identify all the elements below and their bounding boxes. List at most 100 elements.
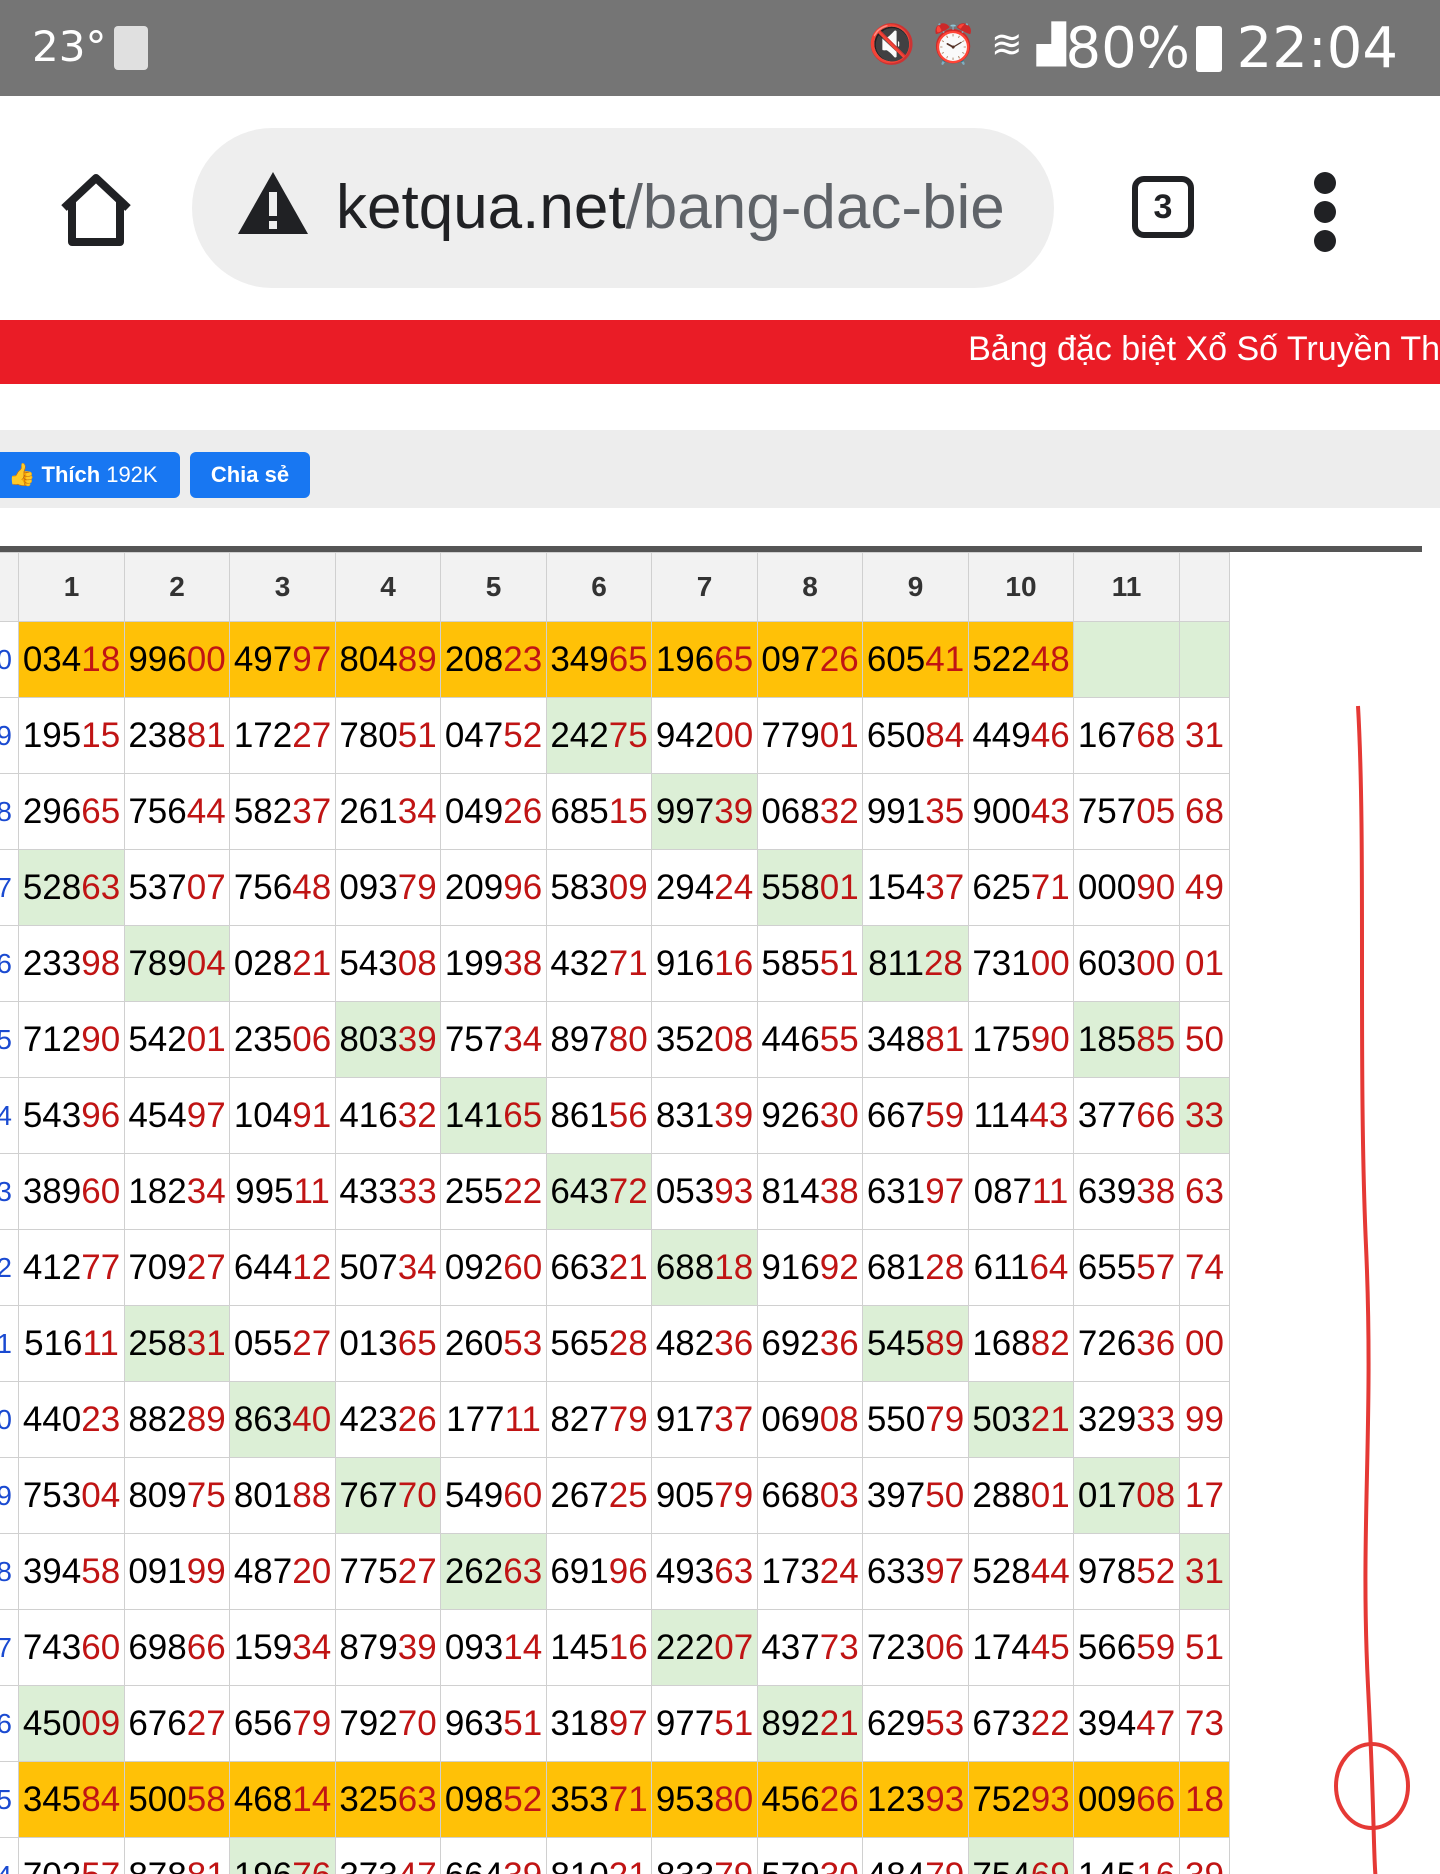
result-cell: 41632 — [335, 1077, 441, 1154]
result-cell: 06832 — [757, 773, 863, 850]
result-cell: 05527 — [229, 1305, 336, 1382]
result-cell: 80489 — [335, 621, 441, 698]
table-row: 2412777092764412507340926066321688189169… — [0, 1229, 1230, 1306]
result-cell: 81128 — [862, 925, 969, 1002]
result-cell: 68818 — [651, 1229, 758, 1306]
result-cell: 45497 — [124, 1077, 230, 1154]
result-cell: 14516 — [1073, 1837, 1180, 1874]
result-cell: 18 — [1179, 1761, 1230, 1838]
url-text[interactable]: ketqua.net/bang-dac-bie — [336, 172, 1026, 243]
result-cell: 23506 — [229, 1001, 336, 1078]
result-cell: 68 — [1179, 773, 1230, 850]
temperature: 23° — [32, 22, 107, 71]
result-cell: 08711 — [968, 1153, 1074, 1230]
column-header: 9 — [862, 552, 969, 622]
result-cell: 77901 — [757, 697, 863, 774]
row-label: 4 — [0, 1077, 19, 1154]
result-cell: 65084 — [862, 697, 969, 774]
result-cell: 10491 — [229, 1077, 336, 1154]
result-cell: 80188 — [229, 1457, 336, 1534]
table-row: 0440238828986340423261771182779917370690… — [0, 1381, 1230, 1458]
result-cell: 02821 — [229, 925, 336, 1002]
table-row: 4702578788119676373476643981021833795793… — [0, 1837, 1230, 1874]
result-cell: 50058 — [124, 1761, 230, 1838]
column-header: 2 — [124, 552, 230, 622]
result-cell: 89780 — [546, 1001, 652, 1078]
table-row: 8394580919948720775272626369196493631732… — [0, 1533, 1230, 1610]
result-cell: 19938 — [440, 925, 547, 1002]
result-cell: 18585 — [1073, 1001, 1180, 1078]
result-cell: 75734 — [440, 1001, 547, 1078]
result-cell: 97852 — [1073, 1533, 1180, 1610]
result-cell: 86340 — [229, 1381, 336, 1458]
more-menu-icon[interactable] — [1310, 172, 1340, 252]
result-cell: 37347 — [335, 1837, 441, 1874]
result-cell: 17711 — [440, 1381, 547, 1458]
result-cell: 90043 — [968, 773, 1074, 850]
column-header: 1 — [18, 552, 125, 622]
warning-icon[interactable] — [236, 170, 310, 236]
result-cell: 56528 — [546, 1305, 652, 1382]
results-grid: y1234567891011 0034189960049797804892082… — [0, 552, 1230, 1874]
result-cell: 65679 — [229, 1685, 336, 1762]
result-cell: 78904 — [124, 925, 230, 1002]
result-cell: 62953 — [862, 1685, 969, 1762]
result-cell: 12393 — [862, 1761, 969, 1838]
column-header: 6 — [546, 552, 652, 622]
result-cell: 48479 — [862, 1837, 969, 1874]
tab-switcher-button[interactable]: 3 — [1132, 176, 1194, 238]
table-row: 3389601823499511433332552264372053938143… — [0, 1153, 1230, 1230]
result-cell: 15437 — [862, 849, 969, 926]
result-cell: 68515 — [546, 773, 652, 850]
result-cell: 92630 — [757, 1077, 863, 1154]
result-cell: 66803 — [757, 1457, 863, 1534]
result-cell: 75304 — [18, 1457, 125, 1534]
result-cell: 25831 — [124, 1305, 230, 1382]
result-cell: 01708 — [1073, 1457, 1180, 1534]
result-cell: 23881 — [124, 697, 230, 774]
like-button[interactable]: 👍 Thích 192K — [0, 452, 180, 498]
column-header — [1179, 552, 1230, 622]
recycle-notification-icon — [114, 26, 148, 70]
result-cell: 06908 — [757, 1381, 863, 1458]
result-cell: 39447 — [1073, 1685, 1180, 1762]
result-cell: 97751 — [651, 1685, 758, 1762]
result-cell: 45626 — [757, 1761, 863, 1838]
result-cell: 56659 — [1073, 1609, 1180, 1686]
result-cell: 73100 — [968, 925, 1074, 1002]
url-domain: ketqua.net — [336, 173, 626, 242]
result-cell: 99135 — [862, 773, 969, 850]
table-row: 7528635370775648093792099658309294245580… — [0, 849, 1230, 926]
result-cell: 44023 — [18, 1381, 125, 1458]
result-cell: 43773 — [757, 1609, 863, 1686]
result-cell: 65557 — [1073, 1229, 1180, 1306]
result-cell: 19515 — [18, 697, 125, 774]
table-row: 5345845005846814325630985235371953804562… — [0, 1761, 1230, 1838]
result-cell: 91737 — [651, 1381, 758, 1458]
result-cell: 28801 — [968, 1457, 1074, 1534]
result-cell: 17590 — [968, 1001, 1074, 1078]
table-row: 8296657564458237261340492668515997390683… — [0, 773, 1230, 850]
result-cell: 11443 — [968, 1077, 1074, 1154]
result-cell: 69236 — [757, 1305, 863, 1382]
result-cell: 99600 — [124, 621, 230, 698]
home-icon[interactable] — [56, 170, 136, 250]
result-cell: 72306 — [862, 1609, 969, 1686]
result-cell: 83379 — [651, 1837, 758, 1874]
result-cell: 82779 — [546, 1381, 652, 1458]
result-cell: 58309 — [546, 849, 652, 926]
result-cell: 39 — [1179, 1837, 1230, 1874]
result-cell: 87939 — [335, 1609, 441, 1686]
share-button[interactable]: Chia sẻ — [190, 452, 310, 498]
url-path: /bang-dac-bie — [625, 173, 1005, 242]
result-cell: 33 — [1179, 1077, 1230, 1154]
result-cell: 37766 — [1073, 1077, 1180, 1154]
row-label: 7 — [0, 849, 19, 926]
result-cell: 64412 — [229, 1229, 336, 1306]
result-cell: 41277 — [18, 1229, 125, 1306]
result-cell: 44946 — [968, 697, 1074, 774]
result-cell: 49 — [1179, 849, 1230, 926]
result-cell: 26134 — [335, 773, 441, 850]
wifi-icon: ≋ — [990, 22, 1037, 66]
result-cell: 19665 — [651, 621, 758, 698]
